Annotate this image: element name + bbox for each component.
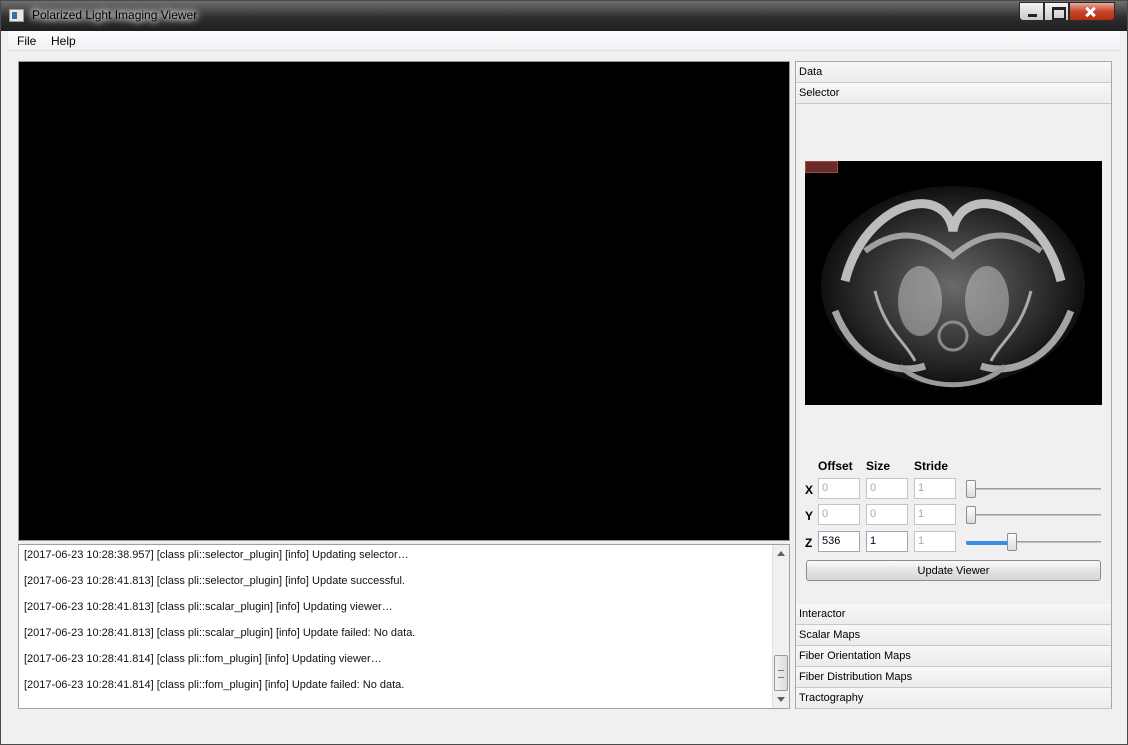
app-icon xyxy=(9,9,24,22)
log-scrollbar[interactable] xyxy=(772,545,789,708)
axis-y-label: Y xyxy=(805,509,814,523)
title-bar[interactable]: Polarized Light Imaging Viewer xyxy=(1,1,1127,31)
axis-x-label: X xyxy=(805,483,814,497)
scroll-up-icon[interactable] xyxy=(777,551,785,556)
section-interactor[interactable]: Interactor xyxy=(796,604,1111,625)
z-size-field[interactable]: 1 xyxy=(866,531,908,552)
column-stride: Stride xyxy=(914,459,949,473)
z-slider-handle[interactable] xyxy=(1007,533,1017,551)
log-panel[interactable]: [2017-06-23 10:28:38.957] [class pli::se… xyxy=(18,544,790,709)
z-slider[interactable] xyxy=(966,533,1101,551)
x-offset-field[interactable]: 0 xyxy=(818,478,860,499)
x-stride-field[interactable]: 1 xyxy=(914,478,956,499)
x-size-field[interactable]: 0 xyxy=(866,478,908,499)
y-stride-field[interactable]: 1 xyxy=(914,504,956,525)
maximize-button[interactable] xyxy=(1044,2,1069,21)
log-line: [2017-06-23 10:28:41.813] [class pli::se… xyxy=(24,575,405,587)
minimize-button[interactable] xyxy=(1019,2,1044,21)
column-offset: Offset xyxy=(818,459,853,473)
section-fiber-distribution-maps[interactable]: Fiber Distribution Maps xyxy=(796,667,1111,688)
section-fiber-orientation-maps[interactable]: Fiber Orientation Maps xyxy=(796,646,1111,667)
column-size: Size xyxy=(866,459,891,473)
z-stride-field[interactable]: 1 xyxy=(914,531,956,552)
z-slider-fill xyxy=(966,541,1012,545)
app-window: Polarized Light Imaging Viewer File Help… xyxy=(0,0,1128,745)
menu-file[interactable]: File xyxy=(17,34,36,48)
scroll-down-icon[interactable] xyxy=(777,697,785,702)
scrollbar-thumb[interactable] xyxy=(774,655,788,691)
log-line: [2017-06-23 10:28:41.814] [class pli::fo… xyxy=(24,653,382,665)
status-bar xyxy=(1,714,1127,744)
image-viewer-canvas[interactable] xyxy=(18,61,790,541)
y-slider[interactable] xyxy=(966,506,1101,524)
tool-panel: Data Selector Offset Size Stride X 0 0 1… xyxy=(795,61,1112,709)
section-tractography[interactable]: Tractography xyxy=(796,688,1111,709)
section-data[interactable]: Data xyxy=(796,62,1111,83)
brain-slice-thumbnail[interactable] xyxy=(805,161,1102,405)
menu-help[interactable]: Help xyxy=(51,34,76,48)
log-line: [2017-06-23 10:28:41.814] [class pli::fo… xyxy=(24,679,405,691)
x-slider-handle[interactable] xyxy=(966,480,976,498)
window-title: Polarized Light Imaging Viewer xyxy=(32,8,198,22)
section-selector[interactable]: Selector xyxy=(796,83,1111,104)
selection-marker[interactable] xyxy=(805,161,838,173)
axis-z-label: Z xyxy=(805,536,813,550)
y-size-field[interactable]: 0 xyxy=(866,504,908,525)
y-slider-handle[interactable] xyxy=(966,506,976,524)
close-button[interactable] xyxy=(1069,2,1115,21)
z-offset-field[interactable]: 536 xyxy=(818,531,860,552)
log-line: [2017-06-23 10:28:41.813] [class pli::sc… xyxy=(24,627,416,639)
brain-slice-image xyxy=(821,186,1085,388)
log-line: [2017-06-23 10:28:41.813] [class pli::sc… xyxy=(24,601,393,613)
selector-panel: Offset Size Stride X 0 0 1 Y 0 0 1 Z 536 xyxy=(796,104,1111,604)
caption-buttons xyxy=(1019,2,1115,22)
menu-bar: File Help xyxy=(8,31,1120,51)
section-scalar-maps[interactable]: Scalar Maps xyxy=(796,625,1111,646)
y-offset-field[interactable]: 0 xyxy=(818,504,860,525)
log-line: [2017-06-23 10:28:38.957] [class pli::se… xyxy=(24,549,409,561)
update-viewer-button[interactable]: Update Viewer xyxy=(806,560,1101,581)
x-slider[interactable] xyxy=(966,480,1101,498)
